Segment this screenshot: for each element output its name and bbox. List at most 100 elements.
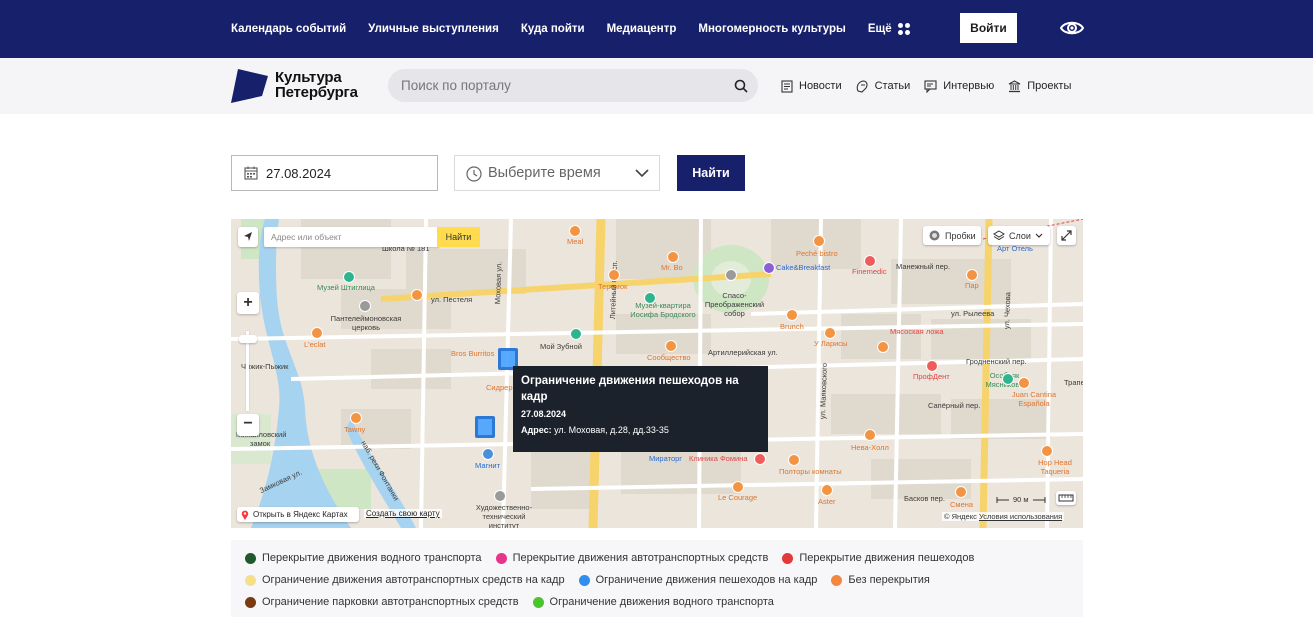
poi-pin[interactable] [824, 327, 836, 339]
poi-pin[interactable] [569, 225, 581, 237]
poi-pin[interactable] [864, 255, 876, 267]
navigation-arrow-icon [244, 232, 252, 241]
poi-pin[interactable] [359, 300, 371, 312]
poi-pin[interactable] [754, 453, 766, 465]
nav-item-events-calendar[interactable]: Календарь событий [231, 23, 346, 35]
zoom-slider-track[interactable] [246, 331, 249, 411]
newspaper-icon [781, 79, 793, 93]
logo-mark-icon [231, 69, 268, 103]
route-button[interactable] [238, 227, 258, 247]
terms-link[interactable]: Условия использования [979, 512, 1062, 521]
poi-pin[interactable] [763, 262, 775, 274]
events-map[interactable]: Школа № 181 Meal Mr. Bo Cake&Breakfast P… [231, 219, 1083, 528]
poi-pin[interactable] [877, 341, 889, 353]
poi-pin[interactable] [821, 484, 833, 496]
time-placeholder: Выберите время [488, 165, 601, 181]
legend-dot [245, 596, 256, 608]
legend-dot [245, 574, 256, 586]
scale-bar-icon [996, 496, 1009, 503]
map-label: Трапеза [1064, 378, 1083, 387]
map-label: Магнит [475, 461, 501, 470]
header-link-news[interactable]: Новости [781, 79, 842, 93]
site-logo[interactable]: Культура Петербурга [231, 69, 371, 105]
header-link-projects[interactable]: Проекты [1008, 79, 1071, 93]
poi-pin[interactable] [411, 289, 423, 301]
poi-pin[interactable] [1018, 377, 1030, 389]
poi-pin[interactable] [926, 360, 938, 372]
calendar-icon [244, 166, 258, 180]
poi-pin[interactable] [494, 490, 506, 502]
poi-pin[interactable] [644, 292, 656, 304]
create-map-link[interactable]: Создать свою карту [364, 509, 442, 518]
poi-pin[interactable] [955, 486, 967, 498]
legend-dot [495, 552, 507, 564]
address-find-button[interactable]: Найти [437, 227, 480, 247]
find-button[interactable]: Найти [677, 155, 745, 191]
nav-more-button[interactable]: Ещё [868, 23, 910, 35]
zoom-slider-handle[interactable] [239, 335, 257, 343]
traffic-button[interactable]: Пробки [923, 226, 981, 245]
map-label: Cake&Breakfast [776, 263, 831, 272]
layers-button[interactable]: Слои [988, 226, 1050, 245]
address-search-input[interactable] [264, 227, 439, 247]
poi-pin[interactable] [864, 429, 876, 441]
search-icon[interactable] [734, 79, 748, 93]
legend-label: Перекрытие движения автотранспортных сре… [512, 552, 769, 564]
map-label: ПрофДент [913, 372, 950, 381]
poi-pin[interactable] [350, 412, 362, 424]
time-select[interactable]: Выберите время [454, 155, 660, 191]
map-label: Сапёрный пер. [928, 401, 981, 410]
map-label: Finemedic [852, 267, 887, 276]
portal-search [388, 69, 758, 102]
poi-pin[interactable] [311, 327, 323, 339]
login-button[interactable]: Войти [960, 13, 1017, 43]
nav-item-media-center[interactable]: Медиацентр [607, 23, 677, 35]
header-link-interview[interactable]: Интервью [924, 79, 994, 93]
map-scale: 90 м [996, 495, 1046, 504]
poi-pin[interactable] [786, 309, 798, 321]
poi-pin[interactable] [813, 235, 825, 247]
legend-dot [245, 552, 256, 564]
portal-search-input[interactable] [401, 74, 721, 97]
poi-pin[interactable] [1002, 373, 1014, 385]
legend-dot [831, 574, 843, 586]
open-in-yandex-maps-button[interactable]: Открыть в Яндекс Картах [237, 507, 359, 522]
nav-item-culture-diversity[interactable]: Многомерность культуры [698, 23, 845, 35]
clock-icon [466, 166, 482, 182]
poi-pin[interactable] [1041, 445, 1053, 457]
legend-label: Ограничение парковки автотранспортных ср… [262, 596, 519, 608]
poi-pin[interactable] [665, 340, 677, 352]
legend-dot [578, 574, 590, 586]
fullscreen-button[interactable] [1057, 226, 1076, 245]
legend-label: Перекрытие движения водного транспорта [262, 552, 482, 564]
poi-pin[interactable] [482, 448, 494, 460]
poi-pin[interactable] [343, 271, 355, 283]
interview-icon [924, 79, 937, 93]
header-link-articles[interactable]: Статьи [856, 79, 910, 93]
poi-pin[interactable] [725, 269, 737, 281]
poi-pin[interactable] [570, 328, 582, 340]
event-tooltip: Ограничение движения пешеходов на кадр 2… [513, 366, 768, 452]
zoom-in-button[interactable]: + [237, 292, 259, 314]
ruler-button[interactable] [1056, 491, 1076, 505]
tooltip-address-label: Адрес: [521, 425, 552, 435]
poi-pin[interactable] [667, 251, 679, 263]
poi-pin[interactable] [732, 481, 744, 493]
legend-item: Ограничение движения водного транспорта [532, 596, 774, 608]
layers-icon [993, 229, 1005, 240]
map-label: Bros Burritos [451, 349, 495, 358]
poi-pin[interactable] [966, 269, 978, 281]
date-value: 27.08.2024 [266, 166, 332, 181]
event-marker[interactable] [475, 416, 495, 438]
legend-dot [782, 552, 794, 564]
poi-pin[interactable] [788, 454, 800, 466]
traffic-label: Пробки [945, 230, 976, 241]
legend-item: Перекрытие движения автотранспортных сре… [495, 552, 769, 564]
accessibility-eye-icon[interactable] [1060, 17, 1084, 39]
nav-item-street-performances[interactable]: Уличные выступления [368, 23, 499, 35]
nav-item-where-to-go[interactable]: Куда пойти [521, 23, 585, 35]
legend-item: Перекрытие движения водного транспорта [245, 552, 482, 564]
zoom-out-button[interactable]: − [237, 414, 259, 436]
poi-pin[interactable] [608, 269, 620, 281]
date-field[interactable]: 27.08.2024 [231, 155, 438, 191]
